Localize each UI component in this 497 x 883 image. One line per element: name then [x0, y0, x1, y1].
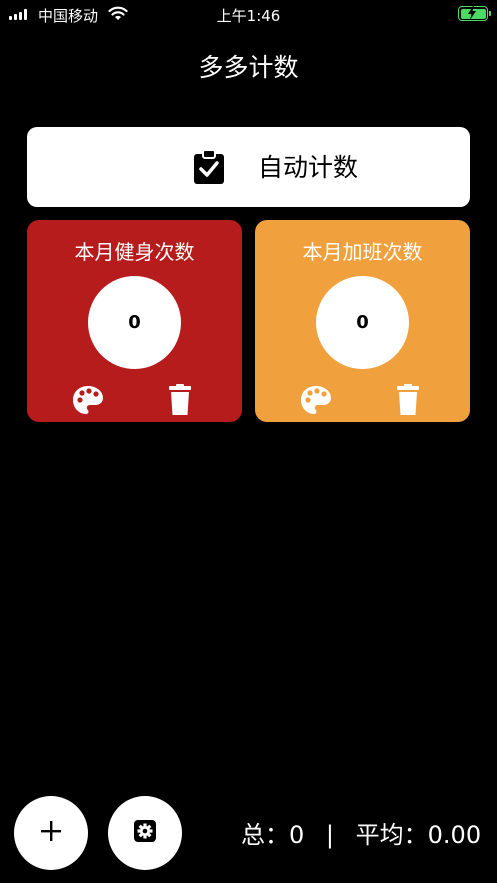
summary-stats: 总：0 | 平均：0.00	[241, 815, 481, 850]
gear-icon	[134, 820, 156, 846]
counter-value: 0	[356, 312, 369, 333]
battery-charging-icon	[458, 6, 491, 21]
counter-card-fitness[interactable]: 本月健身次数 0	[27, 220, 242, 422]
add-counter-button[interactable]	[14, 796, 88, 870]
auto-count-button[interactable]: 自动计数	[27, 127, 470, 207]
counter-value-button[interactable]: 0	[316, 276, 409, 369]
page-title: 多多计数	[198, 53, 299, 82]
total-label: 总：	[241, 821, 289, 849]
counter-card-overtime[interactable]: 本月加班次数 0	[255, 220, 470, 422]
status-bar: 中国移动 上午1:46	[0, 0, 497, 28]
trash-icon[interactable]	[397, 384, 419, 420]
auto-count-label: 自动计数	[258, 153, 359, 182]
counter-value-button[interactable]: 0	[88, 276, 181, 369]
total-value: 0	[289, 821, 305, 849]
clipboard-check-icon	[192, 149, 226, 189]
average-value: 0.00	[427, 821, 482, 849]
counter-value: 0	[128, 312, 141, 333]
plus-icon	[41, 821, 61, 845]
trash-icon[interactable]	[169, 384, 191, 420]
counter-name: 本月健身次数	[74, 240, 195, 264]
counter-name: 本月加班次数	[302, 240, 423, 264]
average-label: 平均：	[355, 821, 428, 849]
palette-icon[interactable]	[300, 385, 332, 419]
clock: 上午1:46	[216, 7, 281, 25]
summary-separator: |	[325, 821, 335, 849]
palette-icon[interactable]	[72, 385, 104, 419]
settings-button[interactable]	[108, 796, 182, 870]
